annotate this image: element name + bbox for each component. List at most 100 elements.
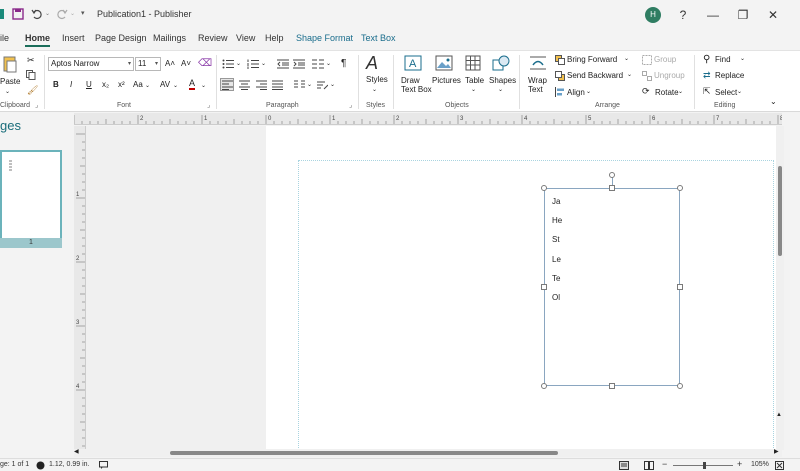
paste-button[interactable]: Paste (0, 77, 20, 86)
shapes-button[interactable]: Shapes (489, 76, 516, 85)
text-box-line[interactable]: St (552, 235, 560, 244)
pictures-icon[interactable] (435, 55, 453, 71)
font-name-combo[interactable]: Aptos Narrow ▾ (48, 57, 134, 71)
page-indicator[interactable]: ge: 1 of 1 (0, 461, 29, 468)
resize-handle-top-left[interactable] (541, 185, 547, 191)
ungroup-button[interactable]: Ungroup (654, 71, 685, 80)
justify-icon[interactable] (272, 80, 283, 90)
increase-indent-icon[interactable] (293, 59, 305, 69)
paste-dropdown-icon[interactable]: ⌄ (5, 88, 10, 95)
bring-forward-icon[interactable] (555, 55, 565, 65)
text-box-line[interactable]: Te (552, 274, 560, 283)
bring-forward-dropdown-icon[interactable]: ⌄ (624, 55, 629, 62)
restore-button[interactable]: ❐ (733, 6, 753, 24)
two-page-view-icon[interactable] (644, 461, 654, 470)
help-button[interactable]: ? (673, 6, 693, 24)
styles-icon[interactable]: A (366, 53, 378, 74)
font-launcher-icon[interactable]: ⌟ (207, 101, 210, 109)
bullets-dropdown-icon[interactable]: ⌄ (236, 60, 241, 67)
text-box-line[interactable]: Ol (552, 293, 560, 302)
tab-home[interactable]: Home (25, 33, 51, 47)
redo-icon[interactable] (56, 8, 68, 20)
ungroup-icon[interactable] (642, 71, 652, 81)
text-box-line[interactable]: Le (552, 255, 561, 264)
change-case-button[interactable]: Aa (133, 80, 143, 89)
horizontal-scrollbar[interactable]: ◀ ▶ (74, 449, 782, 457)
zoom-slider-thumb[interactable] (703, 462, 706, 469)
bring-forward-button[interactable]: Bring Forward (567, 55, 617, 64)
comment-icon[interactable] (99, 461, 108, 469)
align-left-button[interactable] (220, 78, 234, 91)
resize-handle-top-right[interactable] (677, 185, 683, 191)
tab-insert[interactable]: Insert (62, 33, 85, 43)
horizontal-ruler[interactable]: 2 1 0 1 2 3 4 5 6 7 8 (74, 113, 782, 125)
scroll-up-icon[interactable]: ▲ (776, 412, 782, 418)
page-thumbnail[interactable] (0, 150, 62, 246)
undo-icon[interactable] (31, 8, 43, 20)
rotation-handle[interactable] (609, 172, 615, 178)
superscript-button[interactable]: x² (118, 80, 125, 89)
table-button[interactable]: Table (465, 76, 484, 85)
text-box-line[interactable]: Ja (552, 197, 560, 206)
rotate-icon[interactable]: ⟳ (642, 86, 650, 97)
find-icon[interactable]: ⚲ (703, 54, 710, 65)
bullets-icon[interactable] (222, 59, 234, 69)
tab-help[interactable]: Help (265, 33, 284, 43)
resize-handle-bottom-right[interactable] (677, 383, 683, 389)
single-page-view-icon[interactable] (619, 461, 629, 470)
vertical-scrollbar[interactable]: ▲ (776, 126, 784, 450)
wrap-text-button[interactable]: Wrap Text (528, 76, 547, 94)
resize-handle-left[interactable] (541, 284, 547, 290)
find-dropdown-icon[interactable]: ⌄ (740, 55, 745, 62)
shapes-dropdown-icon[interactable]: ⌄ (498, 86, 503, 93)
shapes-icon[interactable] (492, 55, 510, 71)
numbering-dropdown-icon[interactable]: ⌄ (261, 60, 266, 67)
font-color-dropdown-icon[interactable]: ⌄ (201, 82, 206, 89)
resize-handle-top[interactable] (609, 185, 615, 191)
numbering-icon[interactable] (247, 59, 259, 69)
paste-icon[interactable] (2, 55, 18, 73)
group-icon[interactable] (642, 55, 652, 65)
table-icon[interactable] (465, 55, 481, 71)
copy-icon[interactable] (26, 70, 36, 80)
decrease-indent-icon[interactable] (277, 59, 289, 69)
character-spacing-dropdown-icon[interactable]: ⌄ (173, 82, 178, 89)
resize-handle-right[interactable] (677, 284, 683, 290)
pictures-button[interactable]: Pictures (432, 76, 461, 85)
minimize-button[interactable]: — (703, 6, 723, 24)
zoom-out-icon[interactable]: − (662, 459, 667, 469)
line-spacing-icon[interactable] (312, 59, 324, 69)
group-button[interactable]: Group (654, 55, 676, 64)
align-center-icon[interactable] (239, 80, 250, 90)
styles-dropdown-icon[interactable]: ⌄ (372, 86, 377, 93)
avatar[interactable]: H (645, 7, 661, 23)
font-size-combo[interactable]: 11 ▾ (135, 57, 161, 71)
find-button[interactable]: Find (715, 55, 731, 64)
format-painter-icon[interactable]: 🖌 (27, 85, 38, 96)
text-direction-dropdown-icon[interactable]: ⌄ (330, 81, 335, 88)
text-box[interactable]: Ja He St Le Te Ol (544, 188, 680, 386)
clear-formatting-icon[interactable]: ⌫ (198, 58, 212, 69)
rotate-button[interactable]: Rotate (655, 88, 679, 97)
align-objects-icon[interactable] (555, 87, 565, 97)
zoom-in-icon[interactable]: + (737, 459, 742, 469)
tab-file[interactable]: ile (0, 33, 9, 43)
select-dropdown-icon[interactable]: ⌄ (737, 88, 742, 95)
fit-page-icon[interactable] (775, 461, 784, 470)
text-direction-icon[interactable] (317, 80, 328, 90)
select-icon[interactable]: ⇱ (703, 86, 711, 97)
send-backward-dropdown-icon[interactable]: ⌄ (627, 71, 632, 78)
replace-icon[interactable]: ⇄ (703, 70, 711, 81)
underline-button[interactable]: U (86, 80, 92, 89)
close-button[interactable]: ✕ (763, 6, 783, 24)
zoom-level[interactable]: 105% (751, 461, 769, 468)
line-spacing-dropdown-icon[interactable]: ⌄ (326, 60, 331, 67)
vertical-scrollbar-thumb[interactable] (778, 166, 782, 256)
replace-button[interactable]: Replace (715, 71, 744, 80)
align-objects-dropdown-icon[interactable]: ⌄ (586, 88, 591, 95)
workspace-canvas[interactable]: Ja He St Le Te Ol (86, 126, 782, 450)
horizontal-scrollbar-thumb[interactable] (170, 451, 558, 455)
draw-text-box-button[interactable]: Draw Text Box (401, 76, 432, 94)
select-button[interactable]: Select (715, 88, 737, 97)
send-backward-button[interactable]: Send Backward (567, 71, 623, 80)
